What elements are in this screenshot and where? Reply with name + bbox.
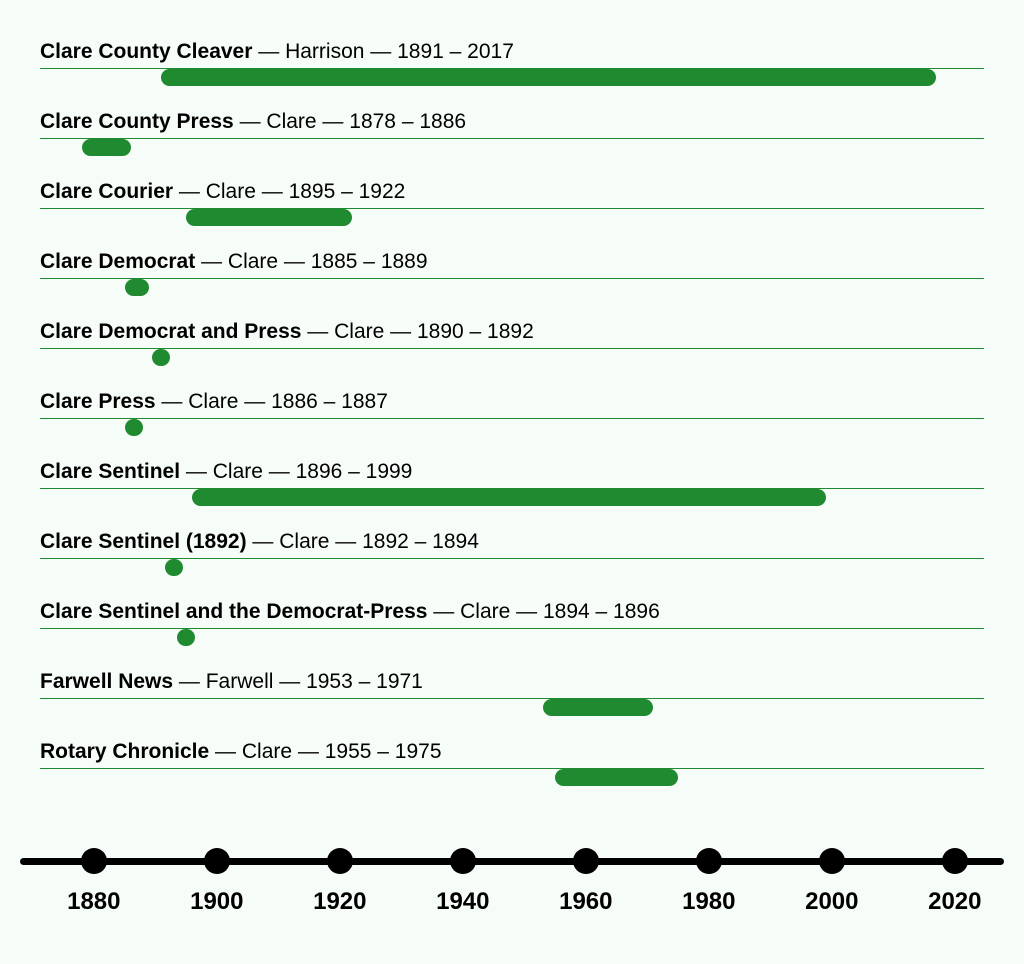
timeline-bar [165, 559, 183, 576]
axis-tick [942, 848, 968, 874]
axis-tick-label: 2000 [805, 888, 858, 916]
timeline-row: Clare Democrat — Clare — 1885 – 1889 [40, 250, 984, 320]
timeline-bar [192, 489, 825, 506]
row-underline [40, 138, 984, 139]
row-label: Clare County Cleaver — Harrison — 1891 –… [40, 40, 984, 68]
axis-tick [327, 848, 353, 874]
axis-tick [81, 848, 107, 874]
axis-tick [204, 848, 230, 874]
publication-meta: — Clare — 1894 – 1896 [427, 600, 659, 623]
timeline-bar [177, 629, 195, 646]
publication-name: Clare County Press [40, 110, 234, 133]
publication-name: Clare Sentinel [40, 460, 180, 483]
publication-name: Rotary Chronicle [40, 740, 209, 763]
publication-meta: — Clare — 1896 – 1999 [180, 460, 412, 483]
row-label: Farwell News — Farwell — 1953 – 1971 [40, 670, 984, 698]
timeline-row: Clare Sentinel and the Democrat-Press — … [40, 600, 984, 670]
row-underline [40, 698, 984, 699]
timeline-row: Farwell News — Farwell — 1953 – 1971 [40, 670, 984, 740]
row-label: Clare Courier — Clare — 1895 – 1922 [40, 180, 984, 208]
row-label: Clare Sentinel and the Democrat-Press — … [40, 600, 984, 628]
publication-name: Clare County Cleaver [40, 40, 252, 63]
row-underline [40, 418, 984, 419]
axis-tick [573, 848, 599, 874]
axis-tick [819, 848, 845, 874]
row-label: Clare Sentinel — Clare — 1896 – 1999 [40, 460, 984, 488]
row-underline [40, 348, 984, 349]
timeline-row: Clare County Press — Clare — 1878 – 1886 [40, 110, 984, 180]
publication-meta: — Clare — 1892 – 1894 [247, 530, 479, 553]
publication-name: Clare Democrat and Press [40, 320, 301, 343]
publication-name: Clare Courier [40, 180, 173, 203]
axis-tick-label: 1880 [67, 888, 120, 916]
axis-tick-label: 1940 [436, 888, 489, 916]
axis-tick-label: 1960 [559, 888, 612, 916]
publication-meta: — Clare — 1886 – 1887 [156, 390, 388, 413]
timeline-bar [82, 139, 131, 156]
timeline-bar [555, 769, 678, 786]
axis-tick-label: 1900 [190, 888, 243, 916]
row-label: Clare County Press — Clare — 1878 – 1886 [40, 110, 984, 138]
row-label: Clare Democrat — Clare — 1885 – 1889 [40, 250, 984, 278]
timeline-row: Clare Democrat and Press — Clare — 1890 … [40, 320, 984, 390]
timeline-bar [125, 279, 150, 296]
row-label: Clare Press — Clare — 1886 – 1887 [40, 390, 984, 418]
timeline-bar [543, 699, 654, 716]
row-label: Clare Democrat and Press — Clare — 1890 … [40, 320, 984, 348]
timeline-bar [152, 349, 170, 366]
row-underline [40, 558, 984, 559]
row-underline [40, 768, 984, 769]
timeline-bar [161, 69, 936, 86]
timeline-row: Clare Courier — Clare — 1895 – 1922 [40, 180, 984, 250]
publication-name: Farwell News [40, 670, 173, 693]
publication-meta: — Harrison — 1891 – 2017 [252, 40, 513, 63]
timeline-row: Clare County Cleaver — Harrison — 1891 –… [40, 40, 984, 110]
timeline-rows: Clare County Cleaver — Harrison — 1891 –… [40, 40, 984, 810]
axis-tick-label: 2020 [928, 888, 981, 916]
timeline-row: Rotary Chronicle — Clare — 1955 – 1975 [40, 740, 984, 810]
publication-name: Clare Sentinel and the Democrat-Press [40, 600, 427, 623]
timeline-row: Clare Sentinel (1892) — Clare — 1892 – 1… [40, 530, 984, 600]
row-label: Rotary Chronicle — Clare — 1955 – 1975 [40, 740, 984, 768]
row-underline [40, 208, 984, 209]
publication-name: Clare Democrat [40, 250, 195, 273]
publication-name: Clare Press [40, 390, 156, 413]
publication-meta: — Clare — 1890 – 1892 [301, 320, 533, 343]
axis-tick-label: 1920 [313, 888, 366, 916]
publication-meta: — Clare — 1885 – 1889 [195, 250, 427, 273]
axis-tick [450, 848, 476, 874]
timeline-bar [186, 209, 352, 226]
publication-name: Clare Sentinel (1892) [40, 530, 247, 553]
timeline-row: Clare Press — Clare — 1886 – 1887 [40, 390, 984, 460]
publication-meta: — Clare — 1878 – 1886 [234, 110, 466, 133]
publication-meta: — Farwell — 1953 – 1971 [173, 670, 423, 693]
timeline-bar [125, 419, 143, 436]
timeline-row: Clare Sentinel — Clare — 1896 – 1999 [40, 460, 984, 530]
x-axis: 18801900192019401960198020002020 [20, 858, 1004, 865]
publication-meta: — Clare — 1895 – 1922 [173, 180, 405, 203]
publication-meta: — Clare — 1955 – 1975 [209, 740, 441, 763]
row-label: Clare Sentinel (1892) — Clare — 1892 – 1… [40, 530, 984, 558]
axis-tick [696, 848, 722, 874]
axis-line: 18801900192019401960198020002020 [20, 858, 1004, 865]
row-underline [40, 278, 984, 279]
axis-tick-label: 1980 [682, 888, 735, 916]
